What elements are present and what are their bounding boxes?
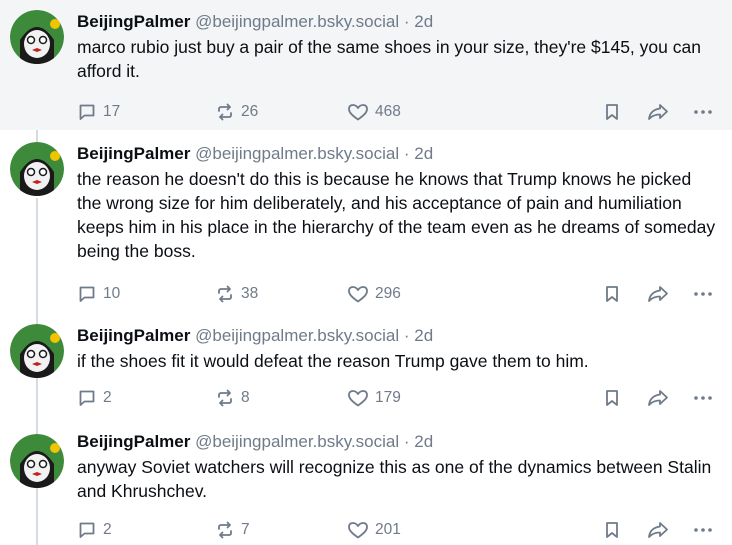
share-arrow-icon <box>648 286 668 302</box>
heart-icon <box>348 522 368 539</box>
reply-count: 2 <box>103 389 112 406</box>
heart-icon <box>348 286 368 303</box>
repost-button[interactable]: 26 <box>215 100 258 124</box>
reply-count: 2 <box>103 521 112 538</box>
meta-separator: · <box>403 144 410 163</box>
thread: BeijingPalmer @beijingpalmer.bsky.social… <box>0 0 732 545</box>
bookmark-icon <box>606 390 618 406</box>
like-count: 296 <box>375 285 401 302</box>
more-options-button[interactable] <box>692 518 714 542</box>
speech-bubble-icon <box>79 104 95 120</box>
share-button[interactable] <box>647 518 669 542</box>
avatar-image <box>10 324 64 378</box>
speech-bubble-icon <box>79 522 95 538</box>
repost-count: 7 <box>241 521 250 538</box>
repost-arrows-icon <box>218 103 232 121</box>
meta-separator: · <box>403 326 410 345</box>
avatar[interactable] <box>10 10 64 64</box>
like-button[interactable]: 179 <box>347 386 401 410</box>
repost-button[interactable]: 8 <box>215 386 250 410</box>
meta-separator: · <box>403 12 410 31</box>
like-button[interactable]: 296 <box>347 282 401 306</box>
post-time[interactable]: 2d <box>414 12 433 31</box>
bookmark-button[interactable] <box>602 282 622 306</box>
author-name[interactable]: BeijingPalmer <box>77 326 190 345</box>
bookmark-icon <box>606 104 618 120</box>
avatar[interactable] <box>10 324 64 378</box>
repost-count: 38 <box>241 285 259 302</box>
repost-count: 26 <box>241 103 259 120</box>
share-arrow-icon <box>648 522 668 538</box>
heart-icon <box>348 390 368 407</box>
repost-arrows-icon <box>218 521 232 539</box>
post-time[interactable]: 2d <box>414 326 433 345</box>
post[interactable]: BeijingPalmer @beijingpalmer.bsky.social… <box>0 0 732 130</box>
share-arrow-icon <box>648 104 668 120</box>
ellipsis-icon <box>694 528 712 532</box>
ellipsis-icon <box>694 292 712 296</box>
share-button[interactable] <box>647 386 669 410</box>
post[interactable]: BeijingPalmer @beijingpalmer.bsky.social… <box>0 424 732 545</box>
post-time[interactable]: 2d <box>414 432 433 451</box>
speech-bubble-icon <box>79 286 95 302</box>
post-time[interactable]: 2d <box>414 144 433 163</box>
like-count: 201 <box>375 521 401 538</box>
post[interactable]: BeijingPalmer @beijingpalmer.bsky.social… <box>0 130 732 316</box>
avatar[interactable] <box>10 142 64 196</box>
share-button[interactable] <box>647 282 669 306</box>
share-arrow-icon <box>648 390 668 406</box>
post[interactable]: BeijingPalmer @beijingpalmer.bsky.social… <box>0 316 732 424</box>
speech-bubble-icon <box>79 390 95 406</box>
more-options-button[interactable] <box>692 100 714 124</box>
author-name[interactable]: BeijingPalmer <box>77 432 190 451</box>
bookmark-icon <box>606 522 618 538</box>
meta-separator: · <box>403 432 410 451</box>
reply-button[interactable]: 17 <box>77 100 120 124</box>
repost-button[interactable]: 7 <box>215 518 250 542</box>
ellipsis-icon <box>694 110 712 114</box>
reply-button[interactable]: 2 <box>77 518 112 542</box>
heart-icon <box>348 104 368 121</box>
bookmark-icon <box>606 286 618 302</box>
like-count: 468 <box>375 103 401 120</box>
like-count: 179 <box>375 389 401 406</box>
author-name[interactable]: BeijingPalmer <box>77 12 190 31</box>
avatar-image <box>10 10 64 64</box>
post-actions: 2 8 179 <box>77 386 716 410</box>
post-actions: 10 38 296 <box>77 282 716 306</box>
avatar[interactable] <box>10 434 64 488</box>
post-text: anyway Soviet watchers will recognize th… <box>77 457 712 501</box>
avatar-image <box>10 142 64 196</box>
post-text: marco rubio just buy a pair of the same … <box>77 37 701 81</box>
author-handle[interactable]: @beijingpalmer.bsky.social <box>195 326 399 345</box>
repost-arrows-icon <box>218 389 232 407</box>
repost-arrows-icon <box>218 285 232 303</box>
more-options-button[interactable] <box>692 282 714 306</box>
ellipsis-icon <box>694 396 712 400</box>
reply-count: 10 <box>103 285 121 302</box>
post-actions: 2 7 201 <box>77 518 716 542</box>
author-handle[interactable]: @beijingpalmer.bsky.social <box>195 144 399 163</box>
author-handle[interactable]: @beijingpalmer.bsky.social <box>195 432 399 451</box>
bookmark-button[interactable] <box>602 100 622 124</box>
like-button[interactable]: 201 <box>347 518 401 542</box>
author-name[interactable]: BeijingPalmer <box>77 144 190 163</box>
author-handle[interactable]: @beijingpalmer.bsky.social <box>195 12 399 31</box>
reply-count: 17 <box>103 103 121 120</box>
post-text: if the shoes fit it would defeat the rea… <box>77 351 589 371</box>
post-text: the reason he doesn't do this is because… <box>77 169 716 261</box>
repost-count: 8 <box>241 389 250 406</box>
repost-button[interactable]: 38 <box>215 282 258 306</box>
reply-button[interactable]: 2 <box>77 386 112 410</box>
share-button[interactable] <box>647 100 669 124</box>
like-button[interactable]: 468 <box>347 100 401 124</box>
reply-button[interactable]: 10 <box>77 282 120 306</box>
bookmark-button[interactable] <box>602 386 622 410</box>
avatar-image <box>10 434 64 488</box>
more-options-button[interactable] <box>692 386 714 410</box>
bookmark-button[interactable] <box>602 518 622 542</box>
post-actions: 17 26 468 <box>77 100 716 124</box>
